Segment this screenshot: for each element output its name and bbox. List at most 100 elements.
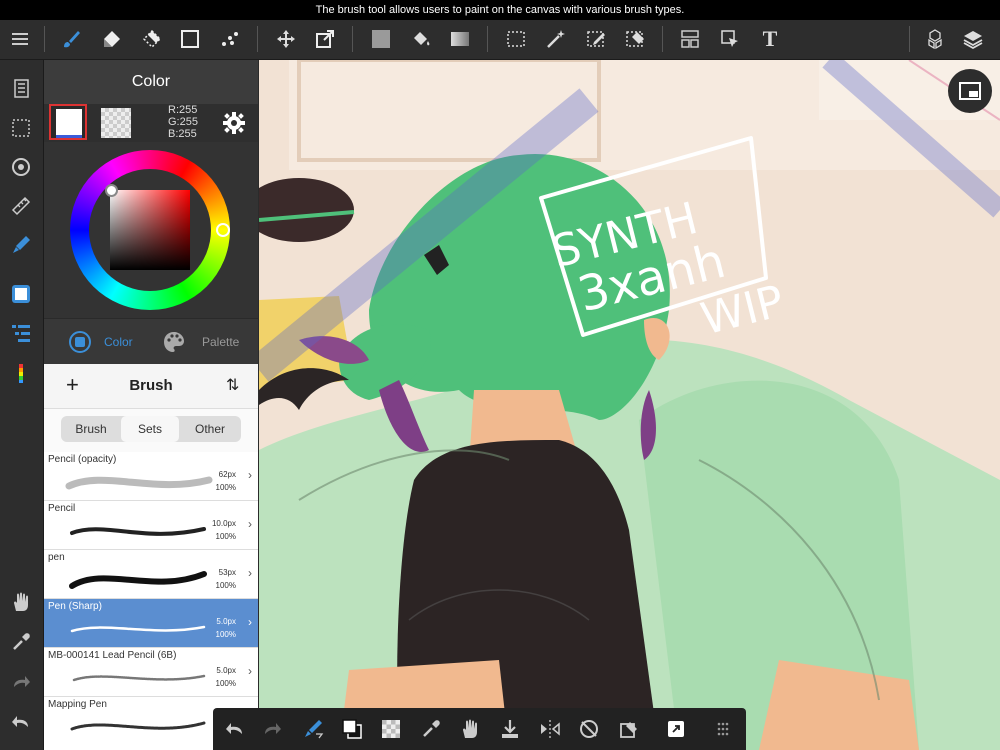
sv-picker-handle[interactable] bbox=[105, 184, 118, 197]
segment-brush[interactable]: Brush bbox=[61, 416, 121, 442]
navigator-icon bbox=[959, 82, 981, 100]
brush-opacity: 100% bbox=[215, 679, 236, 688]
blur-eraser-icon[interactable] bbox=[136, 24, 166, 54]
brush-stroke-preview bbox=[70, 527, 206, 536]
chevron-right-icon[interactable]: › bbox=[248, 664, 252, 678]
chevron-right-icon[interactable]: › bbox=[248, 468, 252, 482]
quick-select-icon[interactable] bbox=[614, 714, 644, 744]
toolbar-divider bbox=[662, 26, 663, 52]
brush-row[interactable]: MB-000141 Lead Pencil (6B) 5.0px 100% › bbox=[44, 648, 258, 697]
navigator-button[interactable] bbox=[948, 69, 992, 113]
fill-brush-icon[interactable] bbox=[6, 230, 36, 260]
undo-icon[interactable] bbox=[6, 707, 36, 737]
sort-brush-button[interactable]: ⇅ bbox=[226, 375, 239, 395]
3d-material-icon[interactable] bbox=[920, 24, 950, 54]
tooltip-bar: The brush tool allows users to paint on … bbox=[0, 0, 1000, 20]
primary-color-fill bbox=[56, 109, 82, 138]
transform-icon[interactable] bbox=[310, 24, 340, 54]
rgb-g: G:255 bbox=[168, 116, 198, 128]
brush-stroke-preview bbox=[65, 476, 213, 490]
toolbar-divider bbox=[487, 26, 488, 52]
brush-icon[interactable] bbox=[56, 24, 86, 54]
chevron-right-icon[interactable]: › bbox=[248, 566, 252, 580]
brush-stroke-preview bbox=[72, 674, 206, 682]
eyedropper-icon[interactable] bbox=[6, 627, 36, 657]
transparent-color-swatch[interactable] bbox=[101, 108, 131, 138]
brush-size: 53px bbox=[218, 568, 236, 577]
text-icon[interactable]: T bbox=[755, 24, 785, 54]
top-toolbar: T bbox=[0, 20, 1000, 60]
brush-row[interactable]: Pencil 10.0px 100% › bbox=[44, 501, 258, 550]
bucket-icon[interactable] bbox=[406, 24, 436, 54]
redo-icon[interactable] bbox=[6, 667, 36, 697]
brush-opacity: 100% bbox=[215, 581, 236, 590]
save-icon[interactable] bbox=[495, 714, 525, 744]
brush-stroke-preview bbox=[70, 721, 206, 731]
brush-size: 5.0px bbox=[216, 666, 236, 675]
undo-icon[interactable] bbox=[220, 714, 250, 744]
color-swatch-icon[interactable] bbox=[6, 279, 36, 309]
list-icon[interactable] bbox=[6, 318, 36, 348]
bottom-quick-bar bbox=[213, 708, 746, 750]
move-icon[interactable] bbox=[271, 24, 301, 54]
brush-panel-header: + Brush ⇅ bbox=[44, 364, 258, 409]
brush-stroke-preview bbox=[69, 571, 207, 589]
brush-row[interactable]: pen 53px 100% › bbox=[44, 550, 258, 599]
layout-icon[interactable] bbox=[675, 24, 705, 54]
quick-brush-icon[interactable] bbox=[298, 714, 328, 744]
color-wheel-area bbox=[44, 142, 258, 318]
rotate-reset-icon[interactable] bbox=[574, 714, 604, 744]
brush-size: 10.0px bbox=[211, 519, 236, 528]
segment-other[interactable]: Other bbox=[179, 416, 241, 442]
brush-row-selected[interactable]: Pen (Sharp) 5.0px 100% › bbox=[44, 599, 258, 648]
rgb-readout: R:255 G:255 B:255 bbox=[168, 104, 198, 140]
more-icon[interactable] bbox=[708, 714, 738, 744]
color-swap-icon[interactable] bbox=[337, 714, 367, 744]
brush-size: 5.0px bbox=[216, 617, 236, 626]
hand-icon[interactable] bbox=[6, 587, 36, 617]
select-pen-icon[interactable] bbox=[581, 24, 611, 54]
chevron-right-icon[interactable]: › bbox=[248, 615, 252, 629]
ruler-icon[interactable] bbox=[6, 191, 36, 221]
brush-opacity: 100% bbox=[215, 630, 236, 639]
transparent-icon[interactable] bbox=[376, 714, 406, 744]
hand-icon[interactable] bbox=[455, 714, 485, 744]
toolbar-divider bbox=[352, 26, 353, 52]
color-tab-icon[interactable] bbox=[68, 330, 92, 354]
menu-icon[interactable] bbox=[5, 24, 35, 54]
color-panel: Color R:255 G:255 B:255 Color Palette bbox=[44, 60, 258, 365]
primary-color-swatch[interactable] bbox=[49, 104, 87, 140]
tooltip-text: The brush tool allows users to paint on … bbox=[315, 4, 685, 16]
rgb-b: B:255 bbox=[168, 128, 197, 140]
gear-icon[interactable] bbox=[222, 111, 246, 135]
shape-icon[interactable] bbox=[175, 24, 205, 54]
layers-icon[interactable] bbox=[958, 24, 988, 54]
rgb-r: R:255 bbox=[168, 104, 198, 116]
saturation-value-square[interactable] bbox=[110, 190, 190, 270]
flip-icon[interactable] bbox=[535, 714, 565, 744]
redo-icon[interactable] bbox=[257, 714, 287, 744]
palette-icon[interactable] bbox=[162, 330, 186, 354]
select-eraser-icon[interactable] bbox=[620, 24, 650, 54]
dot-brush-icon[interactable] bbox=[215, 24, 245, 54]
brush-palette-icon[interactable] bbox=[6, 358, 36, 388]
pages-icon[interactable] bbox=[6, 74, 36, 104]
select-rect-icon[interactable] bbox=[501, 24, 531, 54]
tab-palette[interactable]: Palette bbox=[202, 335, 239, 349]
drawing-canvas[interactable]: SYNTH 3xanh WIP bbox=[259, 60, 1000, 750]
segment-sets[interactable]: Sets bbox=[121, 416, 179, 442]
fullscreen-icon[interactable] bbox=[661, 714, 691, 744]
chevron-right-icon[interactable]: › bbox=[248, 517, 252, 531]
selection-icon[interactable] bbox=[6, 113, 36, 143]
brush-row[interactable]: Pencil (opacity) 62px 100% › bbox=[44, 452, 258, 501]
eyedropper-icon[interactable] bbox=[416, 714, 446, 744]
selection-cursor-icon[interactable] bbox=[715, 24, 745, 54]
color-tabs: Color Palette bbox=[44, 318, 258, 365]
magic-wand-icon[interactable] bbox=[541, 24, 571, 54]
hue-picker-handle[interactable] bbox=[216, 223, 230, 237]
tab-color[interactable]: Color bbox=[104, 335, 133, 349]
eraser-icon[interactable] bbox=[96, 24, 126, 54]
fill-color-icon[interactable] bbox=[366, 24, 396, 54]
snap-icon[interactable] bbox=[6, 152, 36, 182]
gradient-icon[interactable] bbox=[445, 24, 475, 54]
